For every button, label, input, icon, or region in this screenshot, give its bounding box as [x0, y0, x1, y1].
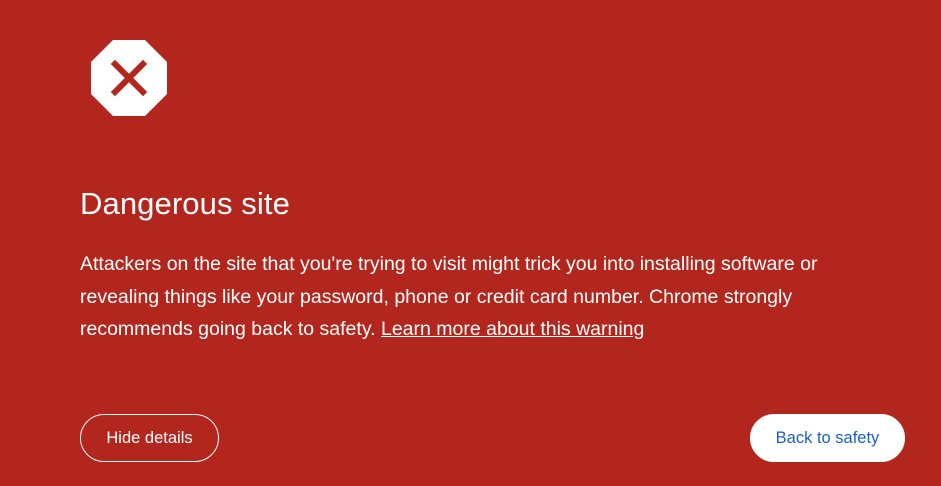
learn-more-link[interactable]: Learn more about this warning [381, 318, 644, 340]
hide-details-button[interactable]: Hide details [80, 414, 219, 462]
back-to-safety-button[interactable]: Back to safety [750, 414, 905, 462]
page-title: Dangerous site [80, 186, 290, 221]
interstitial-page: Dangerous site Attackers on the site tha… [0, 0, 941, 486]
stop-sign-x-icon [91, 40, 167, 116]
warning-description: Attackers on the site that you're trying… [80, 248, 900, 346]
